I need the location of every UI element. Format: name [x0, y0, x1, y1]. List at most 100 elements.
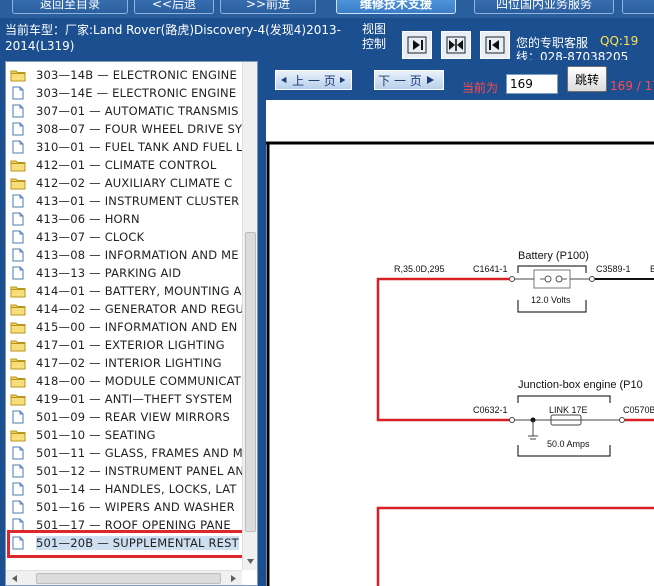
- tree-item[interactable]: 415—00 — INFORMATION AND EN: [10, 318, 242, 336]
- tree-item-label: 412—02 — AUXILIARY CLIMATE C: [36, 176, 233, 190]
- next-page-label: 下 一 页: [378, 73, 422, 88]
- customer-service-label: 您的专职客服: [516, 36, 589, 50]
- tree-item-label: 415—00 — INFORMATION AND EN: [36, 320, 238, 334]
- view-fit-width-button[interactable]: [441, 31, 471, 59]
- junction-box-title: Junction-box engine (P10: [518, 379, 643, 391]
- battery-right-terminal: [589, 276, 595, 282]
- scroll-down-arrow-icon[interactable]: [245, 556, 256, 567]
- customer-service-phone: 线：028-87038205: [516, 50, 629, 60]
- tree-vertical-scrollbar[interactable]: [242, 62, 257, 570]
- tree-item-label: 417—01 — EXTERIOR LIGHTING: [36, 338, 225, 352]
- view-fit-left-button[interactable]: [480, 31, 510, 59]
- next-page-button[interactable]: 下 一 页: [374, 70, 444, 90]
- document-icon: [10, 410, 26, 424]
- tree-item[interactable]: 413—13 — PARKING AID: [10, 264, 242, 282]
- tree-item[interactable]: 412—01 — CLIMATE CONTROL: [10, 156, 242, 174]
- tree-item[interactable]: 310—01 — FUEL TANK AND FUEL L: [10, 138, 242, 156]
- junction-right-connector: C0570B: [623, 405, 654, 415]
- vertical-scroll-thumb[interactable]: [245, 232, 256, 532]
- tree-item-label: 501—14 — HANDLES, LOCKS, LAT: [36, 482, 237, 496]
- folder-icon: [10, 68, 26, 82]
- current-car-model: 当前车型：厂家:Land Rover(路虎)Discovery-4(发现4)20…: [5, 22, 355, 54]
- tree-item[interactable]: 413—07 — CLOCK: [10, 228, 242, 246]
- car-model-line-2: 2014(L319): [5, 39, 75, 53]
- page-number-input[interactable]: [506, 74, 558, 94]
- selection-highlight-box: [7, 530, 257, 558]
- folder-icon: [10, 374, 26, 388]
- tree-item[interactable]: 501—12 — INSTRUMENT PANEL AN: [10, 462, 242, 480]
- tree-item-label: 501—11 — GLASS, FRAMES AND M: [36, 446, 242, 460]
- tree-horizontal-scrollbar[interactable]: [6, 570, 242, 585]
- battery-right-cut-label: B: [650, 264, 654, 274]
- tree-item-label: 412—01 — CLIMATE CONTROL: [36, 158, 217, 172]
- prev-page-button[interactable]: 上 一 页: [275, 70, 352, 90]
- battery-voltage: 12.0 Volts: [531, 295, 571, 305]
- customer-service-qq[interactable]: QQ:19: [600, 34, 638, 48]
- tree-item[interactable]: 413—01 — INSTRUMENT CLUSTER: [10, 192, 242, 210]
- tree-item-label: 308—07 — FOUR WHEEL DRIVE SY: [36, 122, 242, 136]
- tree-item-label: 418—00 — MODULE COMMUNICAT: [36, 374, 242, 388]
- tree-item-label: 413—01 — INSTRUMENT CLUSTER: [36, 194, 240, 208]
- tree-item-label: 501—10 — SEATING: [36, 428, 156, 442]
- forward-button[interactable]: >>前进: [220, 0, 316, 14]
- tree-item[interactable]: 308—07 — FOUR WHEEL DRIVE SY: [10, 120, 242, 138]
- back-button[interactable]: <<后退: [134, 0, 214, 14]
- folder-icon: [10, 158, 26, 172]
- view-fit-right-button[interactable]: [402, 31, 432, 59]
- tree-item[interactable]: 303—14B — ELECTRONIC ENGINE: [10, 66, 242, 84]
- tree-item[interactable]: 501—16 — WIPERS AND WASHER: [10, 498, 242, 516]
- tree-item[interactable]: 419—01 — ANTI—THEFT SYSTEM: [10, 390, 242, 408]
- scroll-right-arrow-icon[interactable]: [228, 573, 239, 584]
- scroll-left-arrow-icon[interactable]: [9, 573, 20, 584]
- diagram-viewer: 上 一 页 下 一 页 当前为 跳转 169 / 17 Battery (P10…: [266, 61, 654, 586]
- document-icon: [10, 446, 26, 460]
- document-icon: [10, 482, 26, 496]
- document-icon: [10, 500, 26, 514]
- toolbar-extra-button[interactable]: [622, 0, 654, 14]
- tree-item[interactable]: 303—14E — ELECTRONIC ENGINE: [10, 84, 242, 102]
- tree-item[interactable]: 501—14 — HANDLES, LOCKS, LAT: [10, 480, 242, 498]
- prev-page-label: 上 一 页: [292, 73, 336, 88]
- document-icon: [10, 194, 26, 208]
- fuse-rating: 50.0 Amps: [547, 439, 590, 449]
- tree-item[interactable]: 501—10 — SEATING: [10, 426, 242, 444]
- jump-button[interactable]: 跳转: [567, 66, 607, 92]
- tree-item[interactable]: 414—02 — GENERATOR AND REGU: [10, 300, 242, 318]
- top-toolbar: 返回至目录 <<后退 >>前进 维修技术支援 四位国内业务服务: [0, 0, 654, 18]
- tree-item[interactable]: 412—02 — AUXILIARY CLIMATE C: [10, 174, 242, 192]
- tree-item[interactable]: 501—11 — GLASS, FRAMES AND M: [10, 444, 242, 462]
- document-icon: [10, 212, 26, 226]
- page-count: 169 / 17: [610, 79, 654, 93]
- document-icon: [10, 266, 26, 280]
- tree-item-label: 501—16 — WIPERS AND WASHER: [36, 500, 235, 514]
- main-power-wire: [376, 277, 510, 422]
- document-icon: [10, 230, 26, 244]
- view-control-label-line-2: 控制: [362, 37, 387, 51]
- tree-item[interactable]: 414—01 — BATTERY, MOUNTING A: [10, 282, 242, 300]
- arrow-left-bar-icon: [485, 36, 505, 54]
- folder-icon: [10, 176, 26, 190]
- view-control-label: 视图 控制: [362, 22, 392, 52]
- tech-support-button[interactable]: 维修技术支援: [336, 0, 456, 14]
- tree-item-label: 413—08 — INFORMATION AND ME: [36, 248, 239, 262]
- tree-item[interactable]: 417—02 — INTERIOR LIGHTING: [10, 354, 242, 372]
- tree-item[interactable]: 418—00 — MODULE COMMUNICAT: [10, 372, 242, 390]
- page-navigation-bar: 上 一 页 下 一 页 当前为 跳转 169 / 17: [266, 61, 654, 100]
- tree-item-label: 501—09 — REAR VIEW MIRRORS: [36, 410, 231, 424]
- battery-left-connector: C1641-1: [473, 264, 508, 274]
- folder-icon: [10, 392, 26, 406]
- tree-item[interactable]: 501—09 — REAR VIEW MIRRORS: [10, 408, 242, 426]
- back-to-catalog-button[interactable]: 返回至目录: [12, 0, 128, 14]
- info-strip: 当前车型：厂家:Land Rover(路虎)Discovery-4(发现4)20…: [0, 18, 654, 60]
- arrow-right-bar-icon: [407, 36, 427, 54]
- tree-item[interactable]: 413—06 — HORN: [10, 210, 242, 228]
- domestic-service-button[interactable]: 四位国内业务服务: [474, 0, 614, 14]
- catalog-tree-panel: 303—14B — ELECTRONIC ENGINE 303—14E — ELE…: [5, 61, 258, 586]
- folder-icon: [10, 428, 26, 442]
- folder-icon: [10, 284, 26, 298]
- tree-item[interactable]: 307—01 — AUTOMATIC TRANSMIS: [10, 102, 242, 120]
- tree-item[interactable]: 417—01 — EXTERIOR LIGHTING: [10, 336, 242, 354]
- horizontal-scroll-thumb[interactable]: [36, 573, 221, 584]
- folder-icon: [10, 338, 26, 352]
- tree-item[interactable]: 413—08 — INFORMATION AND ME: [10, 246, 242, 264]
